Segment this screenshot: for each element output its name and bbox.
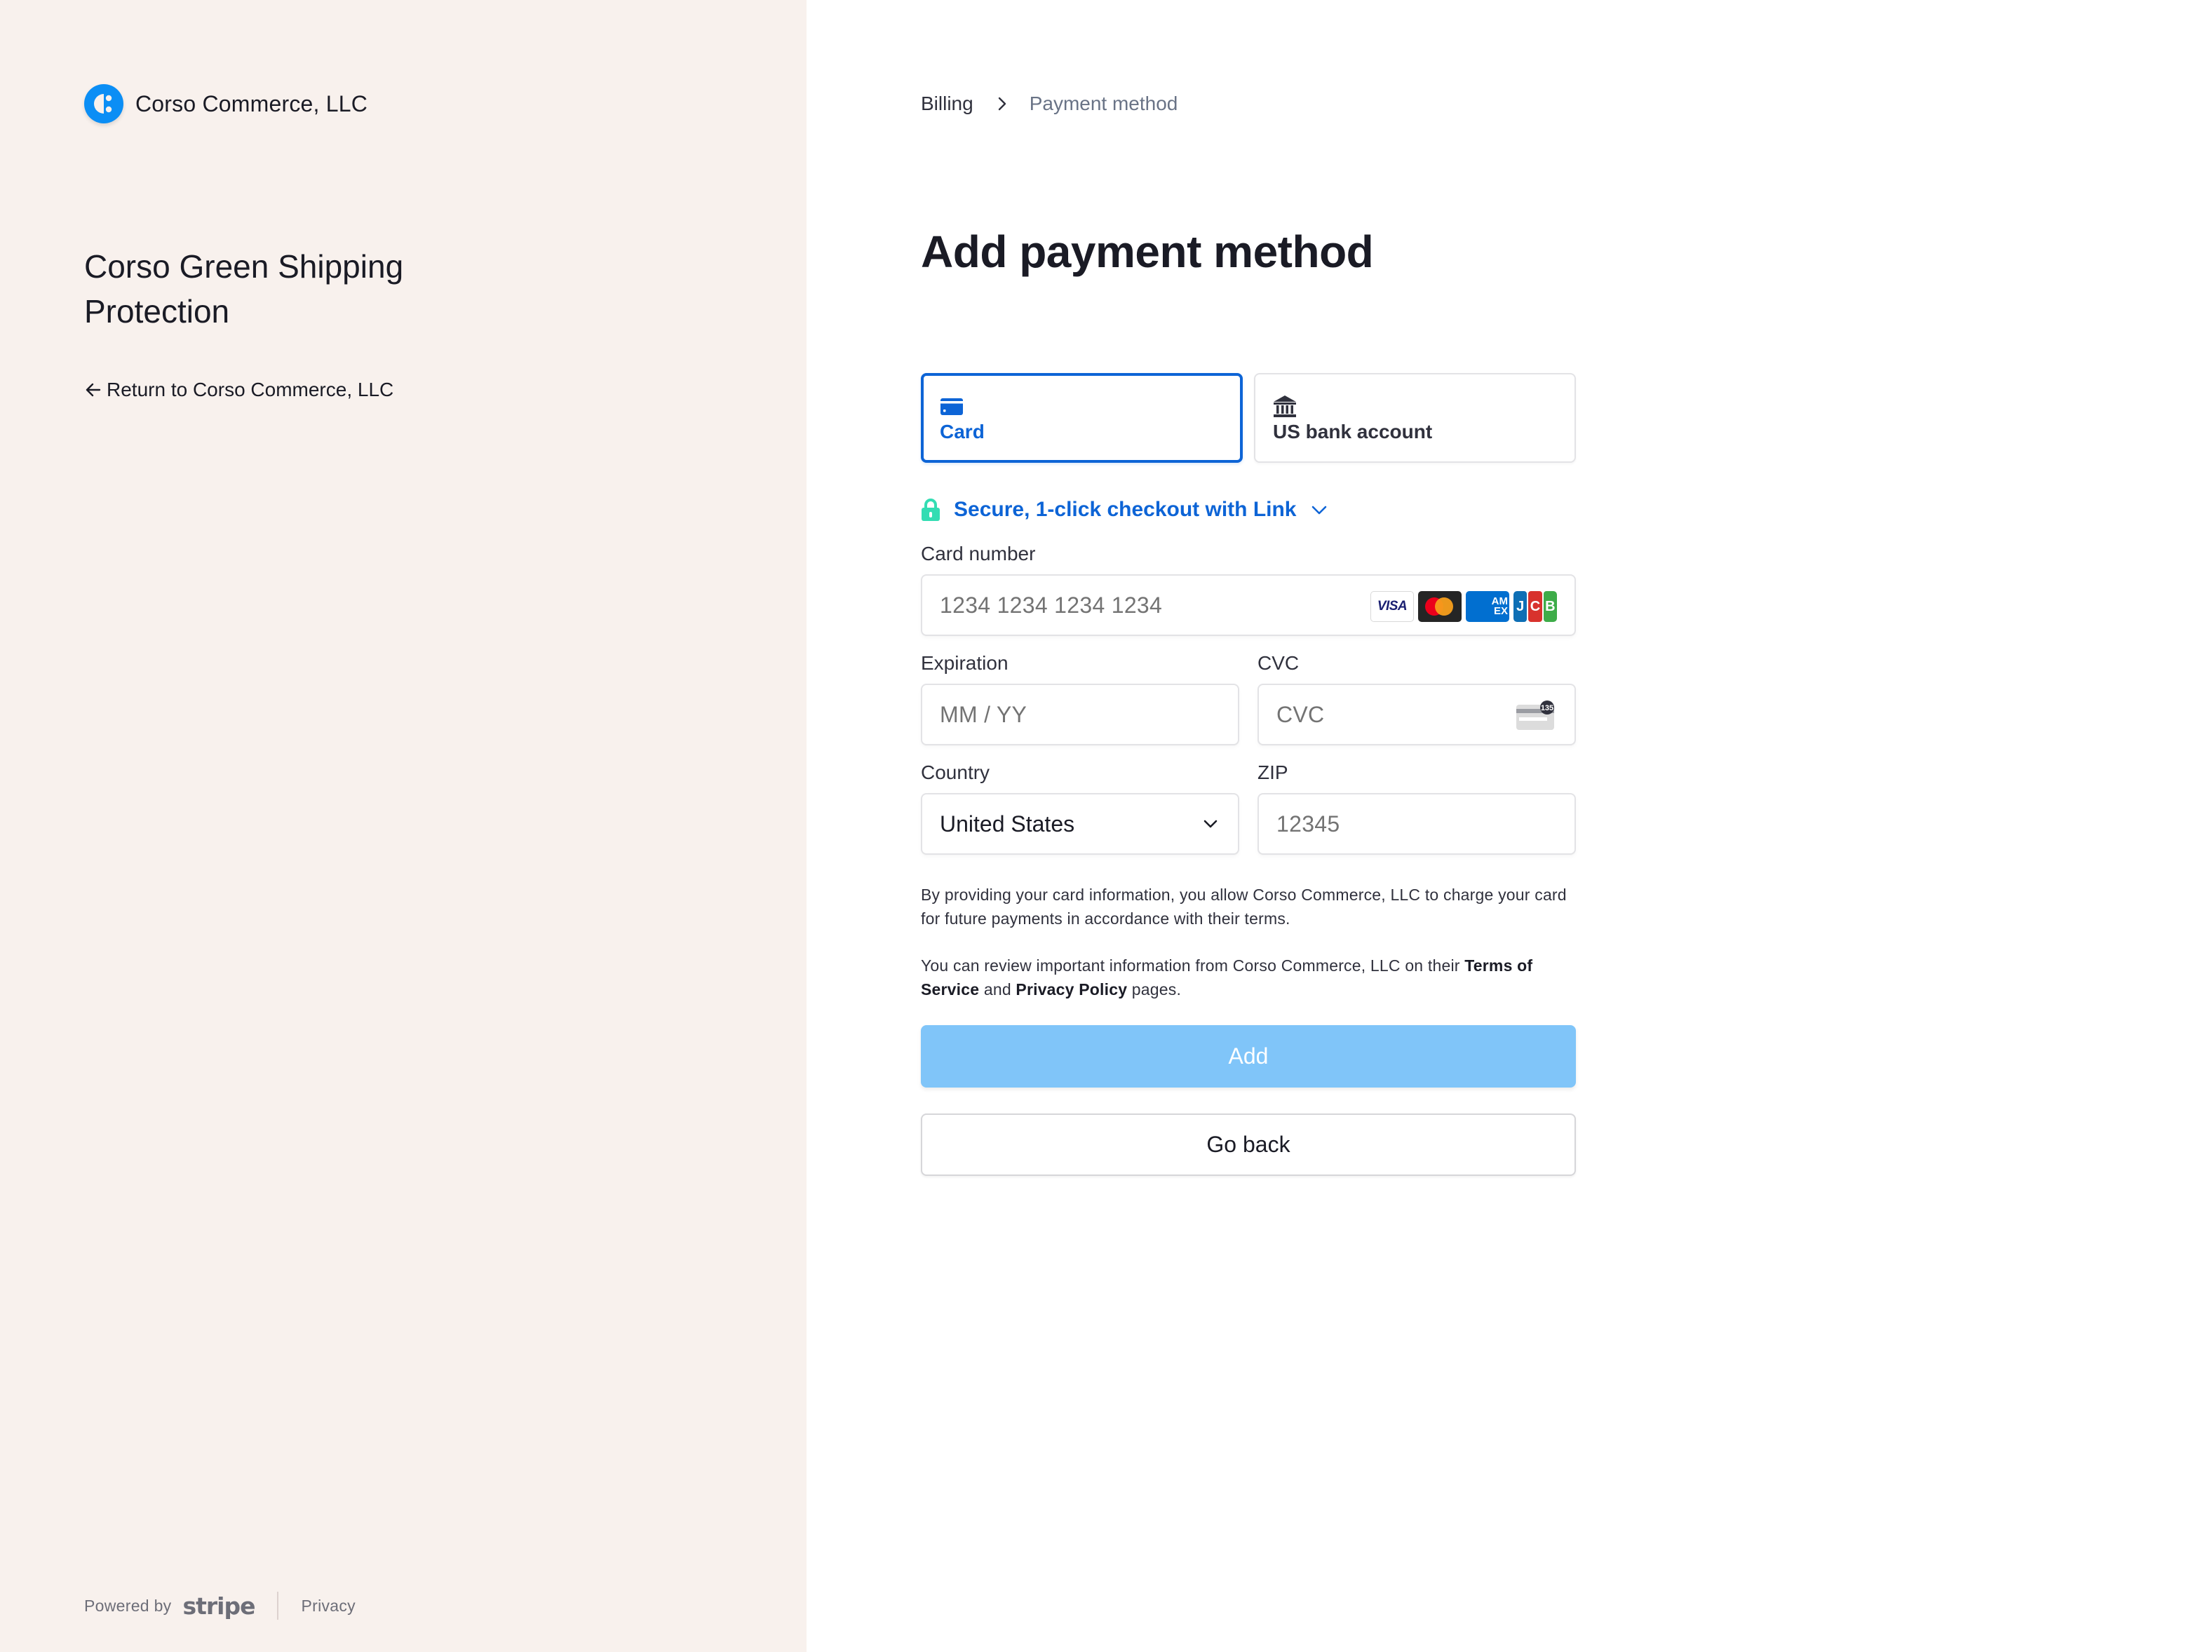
cvc-label: CVC bbox=[1257, 652, 1300, 674]
privacy-link[interactable]: Privacy bbox=[301, 1597, 356, 1616]
zip-label: ZIP bbox=[1257, 761, 1288, 783]
country-value: United States bbox=[940, 811, 1075, 837]
card-number-group: Card number 1234 1234 1234 1234 VISA AM … bbox=[921, 542, 1576, 636]
bank-icon bbox=[1274, 395, 1296, 417]
page-title: Add payment method bbox=[921, 226, 1374, 277]
stripe-logo[interactable]: stripe bbox=[182, 1592, 255, 1620]
breadcrumb-billing[interactable]: Billing bbox=[921, 93, 973, 115]
link-checkout-toggle[interactable]: Secure, 1-click checkout with Link bbox=[921, 496, 1576, 524]
card-number-label: Card number bbox=[921, 543, 1036, 564]
card-number-input[interactable]: 1234 1234 1234 1234 VISA AM EX J C B bbox=[921, 574, 1576, 636]
mandate-text: By providing your card information, you … bbox=[921, 886, 1567, 928]
jcb-c: C bbox=[1528, 591, 1542, 622]
privacy-policy-link[interactable]: Privacy Policy bbox=[1016, 980, 1127, 998]
jcb-b: B bbox=[1543, 591, 1557, 622]
terms-text: By providing your card information, you … bbox=[921, 883, 1576, 1001]
review-and: and bbox=[979, 980, 1016, 998]
expiration-cvc-row: Expiration MM / YY CVC CVC 135 bbox=[921, 651, 1576, 745]
return-to-merchant-link[interactable]: Return to Corso Commerce, LLC bbox=[84, 379, 393, 401]
go-back-button[interactable]: Go back bbox=[921, 1113, 1576, 1176]
country-zip-row: Country United States ZIP 12345 bbox=[921, 761, 1576, 855]
country-select[interactable]: United States bbox=[921, 793, 1239, 855]
visa-text: VISA bbox=[1377, 599, 1408, 614]
breadcrumb: Billing Payment method bbox=[921, 93, 1178, 115]
payment-method-tabs: Card US bank account bbox=[921, 373, 1576, 463]
jcb-icon: J C B bbox=[1513, 591, 1557, 622]
powered-by-label: Powered by bbox=[84, 1596, 172, 1615]
review-prefix: You can review important information fro… bbox=[921, 956, 1465, 975]
link-checkout-label: Secure, 1-click checkout with Link bbox=[954, 498, 1297, 521]
footer: Powered by stripe Privacy bbox=[84, 1589, 356, 1623]
zip-placeholder: 12345 bbox=[1276, 811, 1340, 837]
visa-icon: VISA bbox=[1370, 591, 1414, 622]
footer-divider bbox=[277, 1592, 279, 1620]
country-label: Country bbox=[921, 761, 990, 783]
credit-card-icon bbox=[940, 398, 963, 415]
chevron-down-icon bbox=[1203, 820, 1218, 828]
tab-card[interactable]: Card bbox=[921, 373, 1243, 463]
expiration-placeholder: MM / YY bbox=[940, 701, 1027, 727]
tab-us-bank-account[interactable]: US bank account bbox=[1254, 373, 1576, 463]
cvc-input[interactable]: CVC 135 bbox=[1257, 684, 1576, 745]
cvc-card-icon: 135 bbox=[1516, 700, 1554, 730]
amex-icon: AM EX bbox=[1466, 591, 1509, 622]
payment-panel: Billing Payment method Add payment metho… bbox=[807, 0, 2212, 1652]
mastercard-icon bbox=[1418, 591, 1462, 622]
expiration-label: Expiration bbox=[921, 652, 1009, 674]
card-number-placeholder: 1234 1234 1234 1234 bbox=[940, 592, 1163, 618]
review-text: You can review important information fro… bbox=[921, 954, 1576, 1001]
country-group: Country United States bbox=[921, 761, 1239, 855]
expiration-input[interactable]: MM / YY bbox=[921, 684, 1239, 745]
arrow-left-icon bbox=[86, 383, 101, 397]
expiration-group: Expiration MM / YY bbox=[921, 651, 1239, 745]
payment-form: Card US bank account Secure, 1-click che… bbox=[921, 373, 1576, 1176]
tab-card-label: Card bbox=[940, 421, 985, 442]
breadcrumb-payment-method: Payment method bbox=[1029, 93, 1178, 114]
tab-us-bank-account-label: US bank account bbox=[1273, 421, 1433, 442]
cvc-group: CVC CVC 135 bbox=[1257, 651, 1576, 745]
chevron-right-icon bbox=[998, 97, 1006, 111]
return-link-label: Return to Corso Commerce, LLC bbox=[107, 379, 394, 400]
add-button[interactable]: Add bbox=[921, 1025, 1576, 1088]
corso-logo-icon bbox=[84, 84, 123, 123]
review-suffix: pages. bbox=[1127, 980, 1182, 998]
merchant-brand: Corso Commerce, LLC bbox=[84, 84, 367, 123]
chevron-down-icon bbox=[1311, 506, 1326, 515]
merchant-panel: Corso Commerce, LLC Corso Green Shipping… bbox=[0, 0, 807, 1652]
lock-icon bbox=[922, 499, 940, 521]
amex-text-bottom: EX bbox=[1493, 605, 1508, 617]
zip-input[interactable]: 12345 bbox=[1257, 793, 1576, 855]
card-brands: VISA AM EX J C B bbox=[1370, 591, 1557, 622]
product-title: Corso Green Shipping Protection bbox=[84, 248, 404, 330]
jcb-j: J bbox=[1513, 591, 1528, 622]
cvc-placeholder: CVC bbox=[1276, 701, 1325, 727]
zip-group: ZIP 12345 bbox=[1257, 761, 1576, 855]
merchant-name: Corso Commerce, LLC bbox=[135, 90, 368, 116]
cvc-badge-text: 135 bbox=[1541, 704, 1553, 712]
